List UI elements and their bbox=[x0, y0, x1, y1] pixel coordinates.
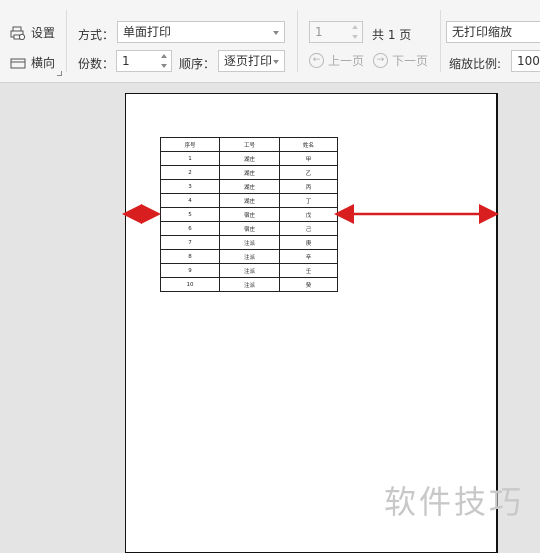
annotation-arrows bbox=[122, 204, 499, 224]
watermark-text: 软件技巧 bbox=[384, 483, 525, 521]
